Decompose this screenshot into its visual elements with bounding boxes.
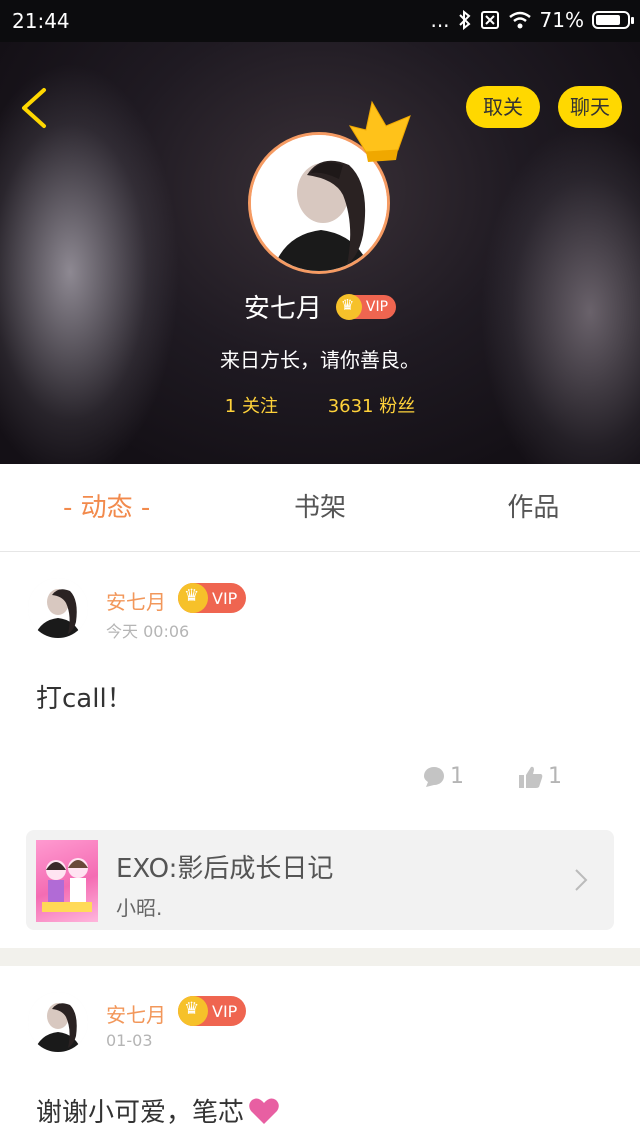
post-author[interactable]: 安七月 (106, 999, 166, 1028)
post-actions: 1 1 (0, 760, 640, 796)
book-cover-image (36, 840, 98, 922)
post-time: 01-03 (106, 1031, 153, 1050)
status-time: 21:44 (12, 9, 70, 33)
no-sim-icon (480, 11, 499, 29)
post-author[interactable]: 安七月 (106, 586, 166, 615)
vip-crown-icon (178, 583, 208, 613)
wifi-icon (508, 11, 531, 29)
book-title: EXO:影后成长日记 (116, 854, 334, 884)
profile-tabs: - 动态 - 书架 作品 (0, 464, 640, 552)
vip-label: VIP (365, 298, 389, 315)
profile-name-row: 安七月 VIP (0, 288, 640, 325)
back-arrow-icon[interactable] (16, 86, 52, 130)
tab-bookshelf[interactable]: 书架 (213, 464, 426, 551)
vip-label: VIP (212, 1001, 238, 1021)
profile-stats: 1 关注 3631 粉丝 (0, 392, 640, 418)
like-button[interactable]: 1 (518, 764, 562, 789)
tab-activity[interactable]: - 动态 - (0, 464, 213, 551)
avatar-image (28, 578, 88, 638)
like-count: 1 (548, 764, 562, 789)
status-icons: ... 71% (430, 8, 634, 32)
bluetooth-icon (458, 10, 471, 30)
profile-header: 取关 聊天 安七月 VIP 来日方长，请你善良。 1 关注 3631 粉丝 (0, 42, 640, 464)
profile-bio: 来日方长，请你善良。 (220, 348, 420, 372)
battery-percent: 71% (539, 8, 584, 32)
crown-icon (348, 100, 411, 162)
chevron-right-icon (575, 869, 588, 891)
following-count[interactable]: 1 关注 (225, 396, 278, 417)
post-divider (0, 948, 640, 966)
post-avatar[interactable] (28, 578, 88, 638)
comment-button[interactable]: 1 (422, 764, 464, 789)
post-avatar[interactable] (28, 992, 88, 1052)
more-dots-icon: ... (430, 8, 450, 32)
comment-count: 1 (450, 764, 464, 789)
comment-icon (424, 766, 444, 787)
vip-crown-icon (178, 996, 208, 1026)
vip-badge: VIP (335, 293, 397, 320)
fans-count[interactable]: 3631 粉丝 (328, 396, 416, 417)
thumbs-up-icon (519, 766, 543, 788)
post-vip-badge: VIP (178, 583, 247, 613)
chat-button[interactable]: 聊天 (558, 86, 622, 128)
post-text-row: 谢谢小可爱，笔芯 (36, 1092, 280, 1129)
post-text: 谢谢小可爱，笔芯 (36, 1098, 245, 1128)
book-author: 小昭. (116, 896, 163, 920)
vip-crown-icon (335, 293, 362, 320)
avatar-image (28, 992, 88, 1052)
post-vip-badge: VIP (178, 996, 247, 1026)
vip-label: VIP (212, 588, 238, 608)
profile-name: 安七月 (243, 294, 322, 324)
tab-works[interactable]: 作品 (427, 464, 640, 551)
battery-icon (592, 11, 634, 29)
post-text: 打call！ (36, 684, 133, 714)
heart-icon (249, 1098, 279, 1124)
status-bar: 21:44 ... 71% (0, 0, 640, 42)
unfollow-button[interactable]: 取关 (466, 86, 540, 128)
post-time: 今天 00:06 (106, 622, 190, 641)
book-card[interactable]: EXO:影后成长日记 小昭. (26, 830, 614, 930)
